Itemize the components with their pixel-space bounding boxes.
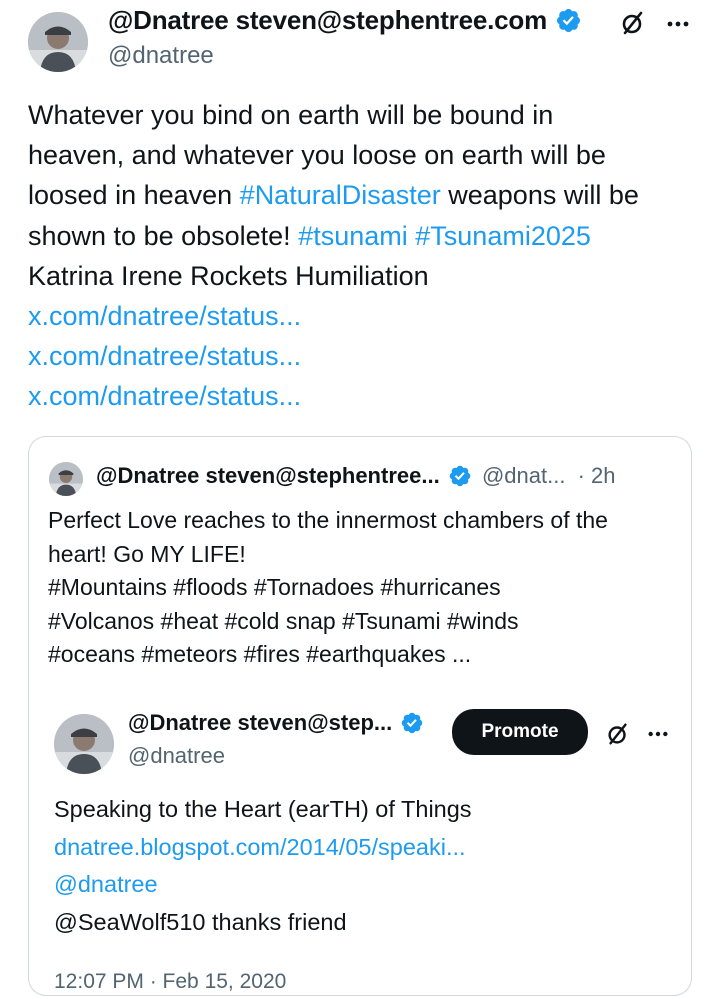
- url-link[interactable]: x.com/dnatree/status...: [28, 301, 301, 331]
- quoted-post-text: Perfect Love reaches to the innermost ch…: [48, 504, 608, 672]
- author-display-name[interactable]: @Dnatree steven@stephentree.com: [108, 5, 547, 35]
- post-text-line: x.com/dnatree/status...: [28, 336, 708, 376]
- inner-post-text: Speaking to the Heart (earTH) of Things …: [54, 791, 472, 941]
- more-icon[interactable]: [664, 10, 692, 38]
- inner-url-link[interactable]: dnatree.blogspot.com/2014/05/speaki...: [54, 829, 472, 867]
- promote-button[interactable]: Promote: [452, 709, 588, 755]
- url-link[interactable]: x.com/dnatree/status...: [28, 341, 301, 371]
- post-text-segment: Katrina Irene Rockets Humiliation: [28, 260, 429, 291]
- hashtag-link[interactable]: #NaturalDisaster: [240, 180, 441, 210]
- author-avatar[interactable]: [28, 12, 88, 72]
- post-text-segment: loosed in heaven: [28, 180, 240, 211]
- post-text-line: Whatever you bind on earth will be bound…: [28, 95, 708, 135]
- inner-title: Speaking to the Heart (earTH) of Things: [54, 796, 472, 822]
- quoted-display-name: @Dnatree steven@stephentree...: [96, 463, 440, 488]
- quoted-text-line: #Mountains #floods #Tornadoes #hurricane…: [48, 574, 501, 601]
- inner-display-name: @Dnatree steven@step...: [128, 710, 393, 735]
- grok-icon[interactable]: [604, 720, 632, 748]
- post-text-line: x.com/dnatree/status...: [28, 376, 708, 416]
- quoted-time: · 2h: [577, 463, 616, 488]
- inner-author-avatar: [54, 714, 114, 774]
- url-link[interactable]: x.com/dnatree/status...: [28, 381, 301, 411]
- post-text-line: shown to be obsolete! #tsunami #Tsunami2…: [28, 216, 708, 256]
- hashtag-link[interactable]: #Tsunami2025: [415, 221, 591, 251]
- more-icon[interactable]: [644, 720, 672, 748]
- quoted-text-line: #Volcanos #heat #cold snap #Tsunami #win…: [48, 607, 519, 634]
- verified-badge-icon: [449, 465, 471, 486]
- verified-badge-icon: [402, 712, 423, 733]
- quoted-author-avatar: [49, 462, 83, 496]
- verified-badge-icon: [557, 8, 581, 32]
- inner-timestamp[interactable]: 12:07 PM · Feb 15, 2020: [54, 970, 286, 994]
- quoted-text-line: heart! Go MY LIFE!: [48, 540, 246, 567]
- post-text-line: x.com/dnatree/status...: [28, 296, 708, 336]
- inner-reply-text: @SeaWolf510 thanks friend: [54, 908, 347, 935]
- quoted-text-line: #oceans #meteors #fires #earthquakes ...: [48, 641, 472, 668]
- avatar-image: [28, 12, 88, 72]
- author-handle[interactable]: @dnatree: [108, 42, 214, 70]
- hashtag-link[interactable]: #tsunami: [298, 221, 408, 251]
- post-text-segment: shown to be obsolete!: [28, 220, 299, 251]
- avatar-image: [54, 714, 114, 774]
- post-text-segment: Whatever you bind on earth will be bound…: [28, 100, 554, 130]
- quoted-text-line: Perfect Love reaches to the innermost ch…: [48, 507, 608, 533]
- inner-handle: @dnatree: [128, 743, 225, 768]
- grok-icon[interactable]: [618, 8, 648, 38]
- post-text-line: loosed in heaven #NaturalDisaster weapon…: [28, 175, 708, 215]
- avatar-image: [49, 462, 83, 496]
- post-text-line: Katrina Irene Rockets Humiliation: [28, 256, 708, 296]
- post-text-segment: weapons will be: [440, 180, 639, 211]
- post-text-segment: heaven, and whatever you loose on earth …: [28, 140, 606, 171]
- post-text-line: heaven, and whatever you loose on earth …: [28, 135, 708, 175]
- inner-mention-link[interactable]: @dnatree: [54, 866, 472, 904]
- quoted-handle: @dnat...: [481, 463, 566, 488]
- post-text: Whatever you bind on earth will be bound…: [28, 95, 708, 417]
